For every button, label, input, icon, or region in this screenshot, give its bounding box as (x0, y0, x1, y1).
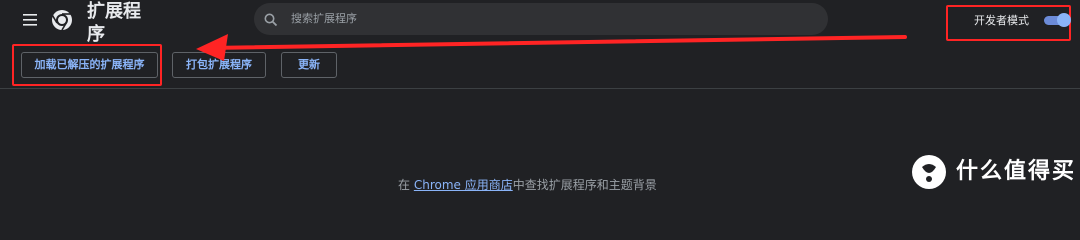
developer-mode-highlight: 开发者模式 (946, 5, 1071, 41)
developer-mode-toggle[interactable] (1044, 13, 1071, 27)
extensions-page: 扩展程序 搜索扩展程序 开发者模式 加载已解压的扩展程序 打包扩展程序 更新 在… (0, 0, 1080, 201)
developer-mode-label: 开发者模式 (974, 14, 1029, 27)
chrome-icon (50, 8, 74, 32)
smzdm-logo-icon (910, 153, 948, 191)
store-hint: 在 Chrome 应用商店中查找扩展程序和主题背景 (398, 177, 657, 193)
hamburger-menu-icon[interactable] (22, 12, 40, 26)
watermark: 什么值得买 (910, 152, 1076, 192)
store-hint-suffix: 中查找扩展程序和主题背景 (512, 178, 657, 192)
annotation-arrow-icon (196, 34, 907, 61)
chrome-web-store-link[interactable]: Chrome 应用商店 (414, 178, 513, 192)
load-unpacked-button[interactable]: 加载已解压的扩展程序 (21, 52, 158, 78)
watermark-text: 什么值得买 (956, 159, 1077, 184)
store-hint-prefix: 在 (398, 178, 414, 192)
toggle-knob (1057, 13, 1071, 27)
toolbar-divider (0, 88, 1080, 89)
page-title: 扩展程序 (87, 1, 141, 45)
